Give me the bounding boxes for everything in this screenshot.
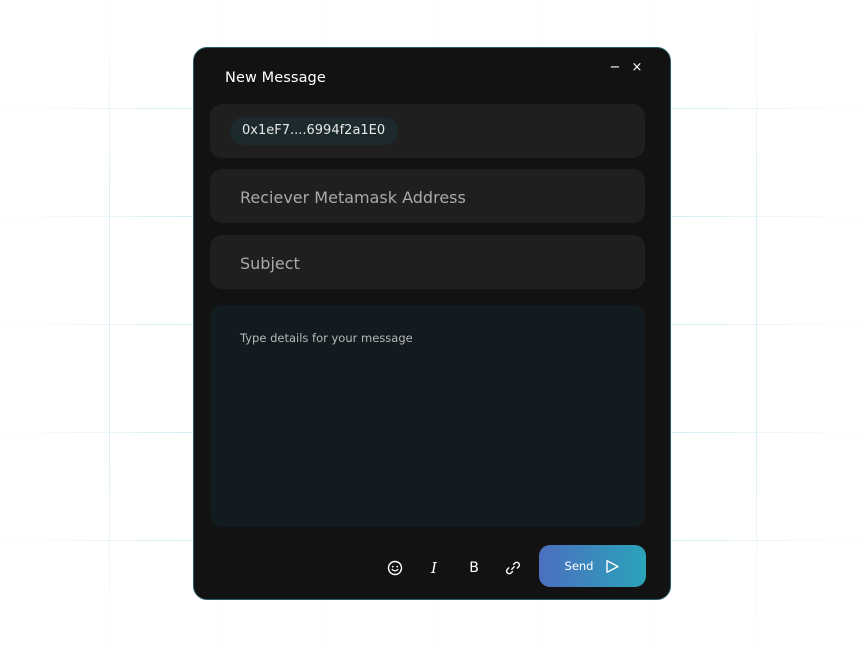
bold-button[interactable]: B (463, 557, 485, 579)
italic-button[interactable]: I (423, 557, 445, 579)
receiver-field-container (210, 169, 645, 225)
emoji-icon (387, 560, 403, 576)
send-arrow-icon (606, 559, 620, 573)
subject-input[interactable] (238, 235, 632, 291)
message-textarea[interactable] (238, 329, 632, 513)
italic-label: I (431, 559, 437, 577)
grid-line (109, 0, 110, 648)
message-area (210, 305, 645, 527)
bold-label: B (469, 560, 479, 576)
close-button[interactable]: × (629, 60, 645, 76)
grid-line (756, 0, 757, 648)
subject-field-container (210, 235, 645, 291)
send-label: Send (564, 559, 594, 573)
link-button[interactable] (502, 557, 524, 579)
minimize-button[interactable]: − (607, 60, 623, 76)
emoji-button[interactable] (384, 557, 406, 579)
compose-window: New Message − × 0x1eF7....6994f2a1E0 I B (193, 47, 671, 600)
compose-title: New Message (225, 70, 326, 86)
link-icon (505, 561, 521, 575)
receiver-address-input[interactable] (238, 169, 632, 225)
send-button[interactable]: Send (539, 545, 646, 587)
sender-field: 0x1eF7....6994f2a1E0 (210, 104, 645, 158)
sender-address-chip: 0x1eF7....6994f2a1E0 (230, 117, 399, 145)
